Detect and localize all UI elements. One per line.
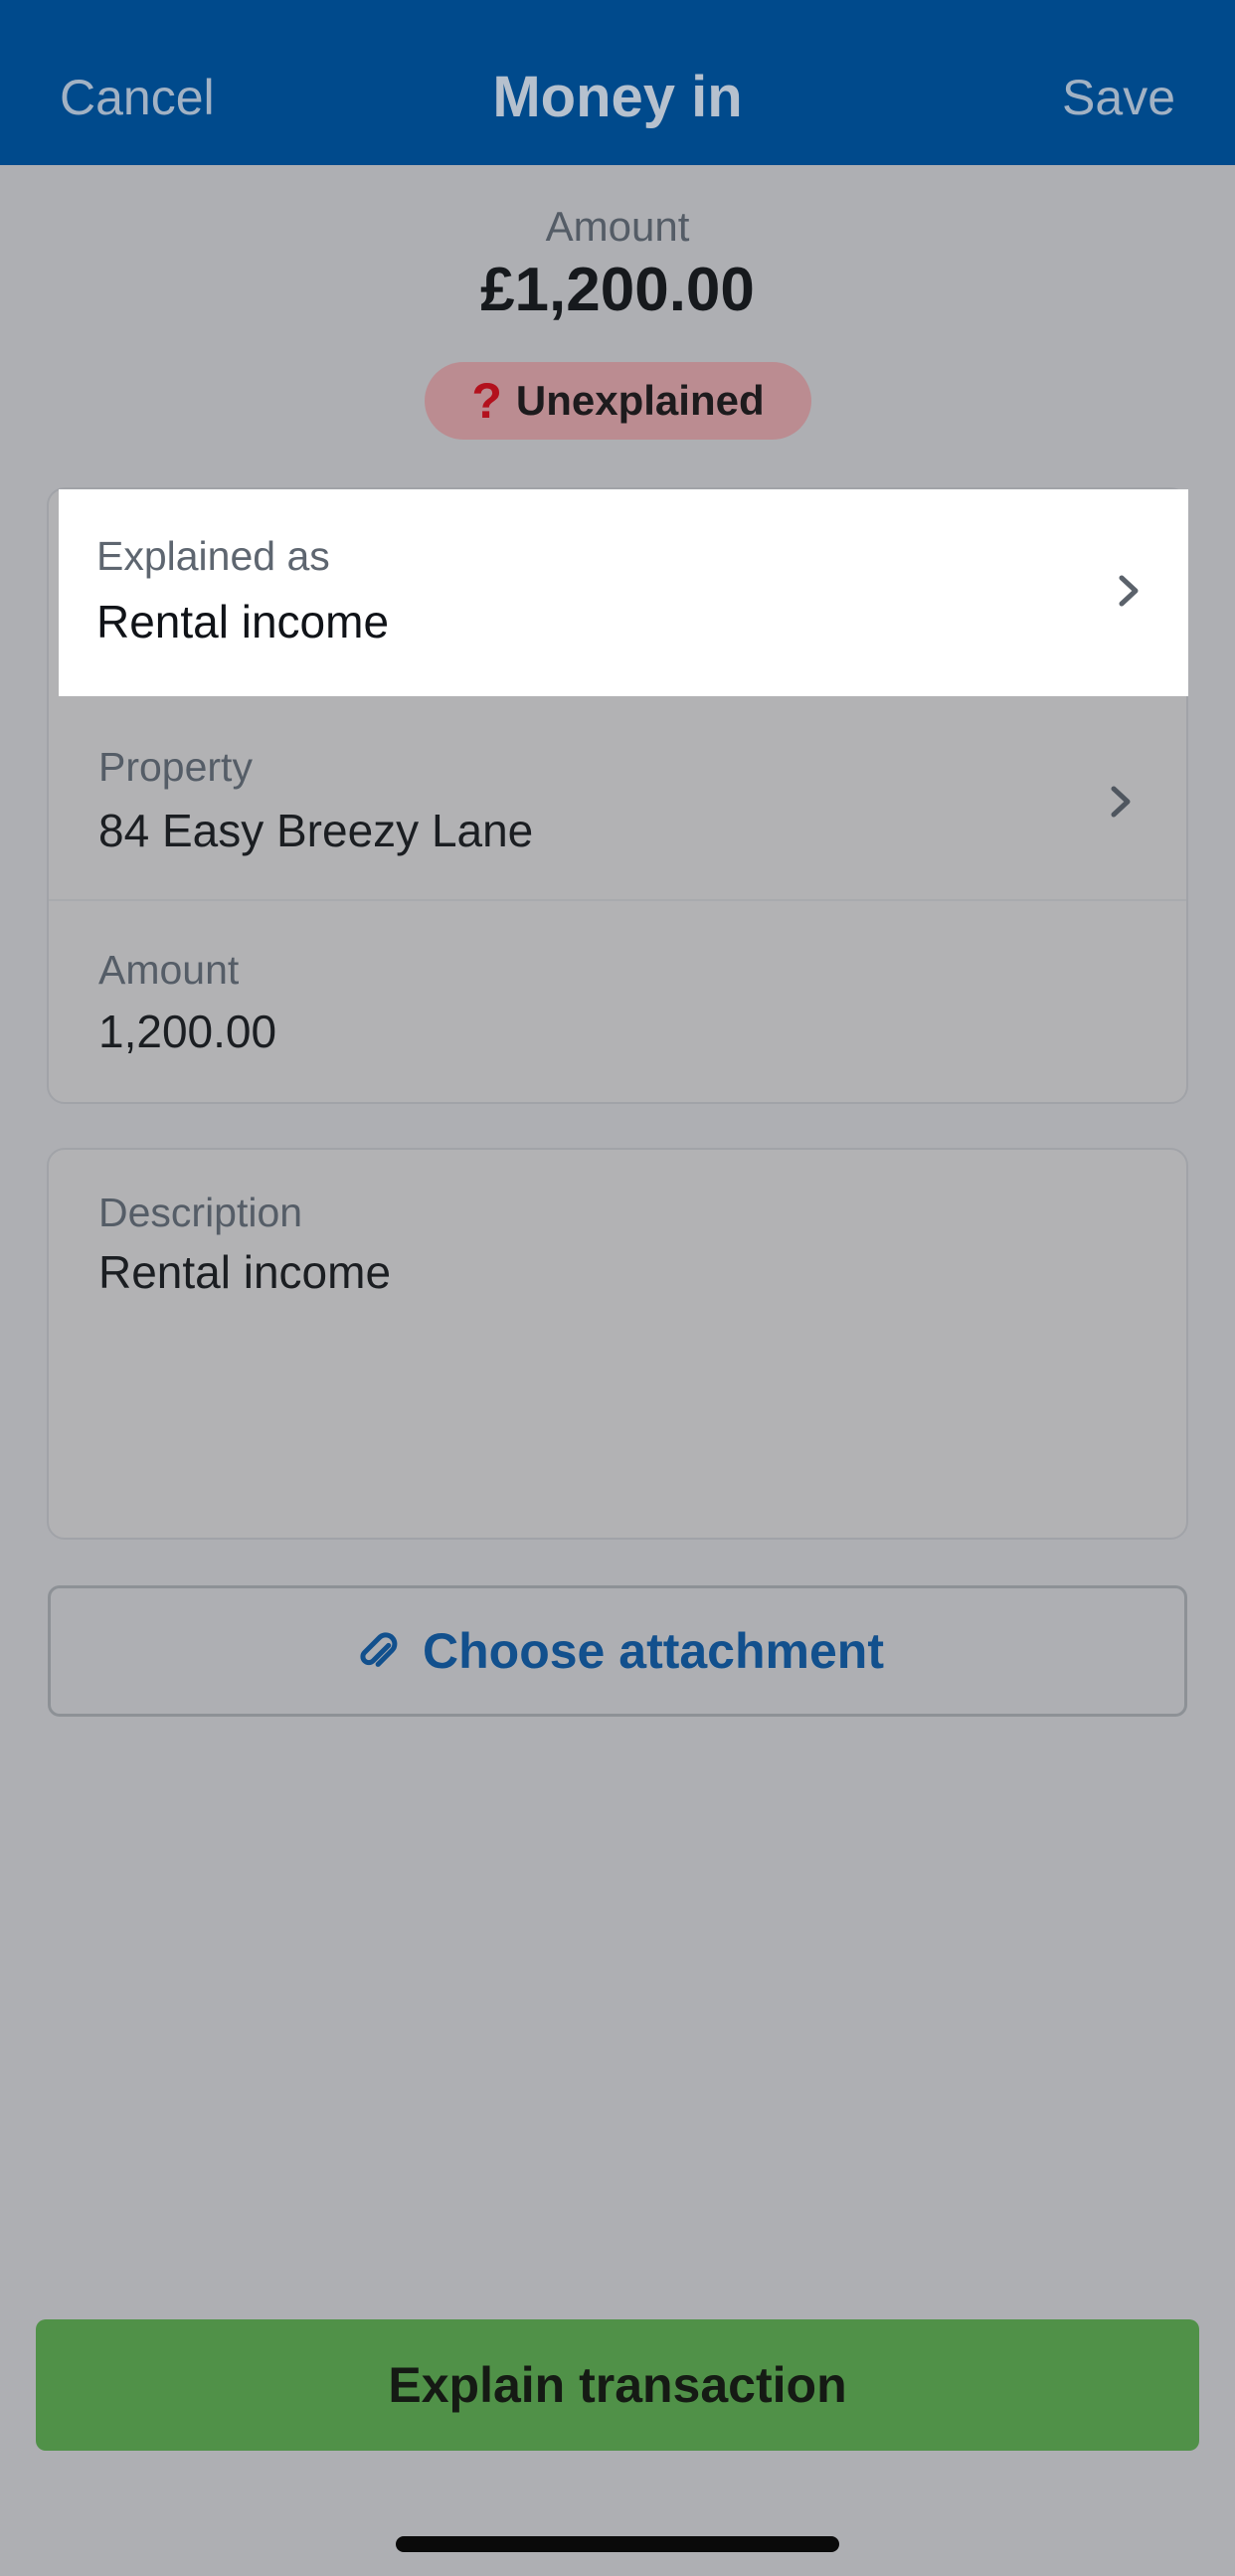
paperclip-icon: [360, 1632, 398, 1667]
property-label: Property: [98, 744, 253, 790]
chevron-right-icon: [1119, 575, 1139, 607]
amount-summary-value: £1,200.00: [480, 256, 755, 324]
description-label: Description: [98, 1190, 303, 1235]
question-icon: ?: [471, 373, 502, 429]
description-value[interactable]: Rental income: [98, 1245, 391, 1299]
home-indicator: [396, 2536, 839, 2552]
explained-as-row[interactable]: Explained as Rental income: [59, 489, 1188, 696]
explained-as-label: Explained as: [96, 533, 330, 579]
amount-summary-label: Amount: [545, 203, 690, 250]
choose-attachment-button[interactable]: Choose attachment: [48, 1585, 1187, 1717]
property-value: 84 Easy Breezy Lane: [98, 805, 534, 856]
property-row[interactable]: Property 84 Easy Breezy Lane: [49, 696, 1186, 901]
navigation-bar: Money in Cancel Save: [0, 0, 1235, 165]
explain-transaction-button[interactable]: Explain transaction: [36, 2319, 1199, 2451]
choose-attachment-label: Choose attachment: [423, 1623, 884, 1679]
description-field[interactable]: Description Rental income: [47, 1148, 1188, 1540]
status-badge-label: Unexplained: [515, 377, 765, 424]
cancel-button[interactable]: Cancel: [60, 0, 215, 197]
amount-value[interactable]: 1,200.00: [98, 1005, 276, 1058]
transaction-details-card: Explained as Rental income Property 84 E…: [47, 487, 1188, 1104]
amount-label: Amount: [98, 947, 240, 993]
explained-as-value: Rental income: [96, 596, 390, 647]
save-button[interactable]: Save: [1062, 0, 1175, 197]
chevron-right-icon: [1111, 786, 1131, 818]
status-badge: ? Unexplained: [425, 362, 811, 440]
amount-row[interactable]: Amount 1,200.00: [49, 901, 1186, 1104]
